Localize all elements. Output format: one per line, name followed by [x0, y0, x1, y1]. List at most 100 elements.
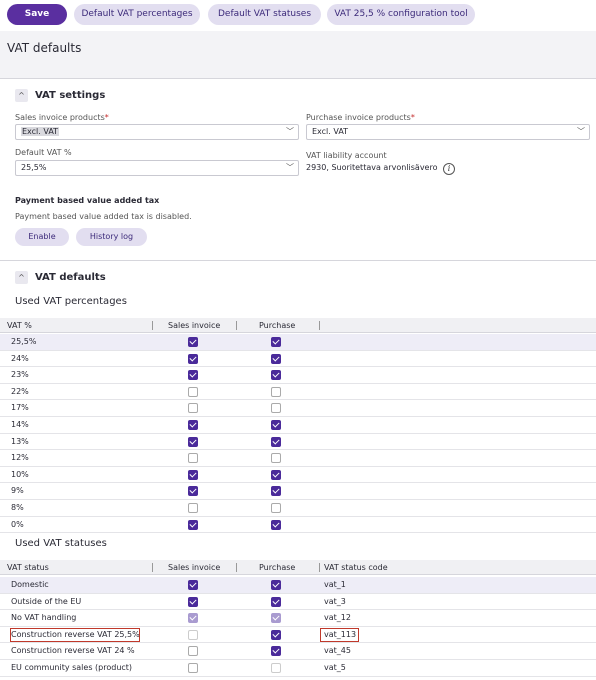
vat-percent-cell: 9%: [11, 486, 24, 496]
sales-checkbox[interactable]: [188, 453, 198, 464]
column-header-vat-percent[interactable]: VAT %: [7, 318, 32, 333]
sales-invoice-products-value: Excl. VAT: [21, 127, 60, 136]
vat-percent-cell: 24%: [11, 353, 29, 363]
purchase-checkbox[interactable]: [271, 580, 281, 590]
purchase-invoice-products-value: Excl. VAT: [312, 127, 349, 136]
default-vat-statuses-button[interactable]: Default VAT statuses: [208, 4, 321, 25]
table-row[interactable]: Domestic vat_1: [0, 577, 596, 594]
column-separator: [236, 563, 237, 572]
sales-invoice-products-select[interactable]: Excl. VAT ﹀: [15, 124, 299, 140]
sales-checkbox[interactable]: [188, 403, 198, 414]
purchase-checkbox[interactable]: [271, 596, 281, 607]
sales-checkbox[interactable]: [188, 337, 198, 347]
purchase-checkbox[interactable]: [271, 519, 281, 530]
purchase-checkbox[interactable]: [271, 386, 281, 397]
table-row[interactable]: 17%: [0, 400, 596, 417]
table-row[interactable]: 22%: [0, 384, 596, 401]
vat-percent-cell: 17%: [11, 403, 29, 413]
sales-checkbox[interactable]: [188, 519, 198, 530]
purchase-checkbox[interactable]: [271, 453, 281, 464]
column-header-vat-status[interactable]: VAT status: [7, 560, 49, 575]
purchase-checkbox[interactable]: [271, 403, 281, 414]
sales-checkbox[interactable]: [188, 629, 198, 640]
table-row[interactable]: Construction reverse VAT 24 % vat_45: [0, 643, 596, 660]
sales-checkbox[interactable]: [188, 436, 198, 447]
column-separator: [236, 321, 237, 330]
vat-settings-title: VAT settings: [35, 90, 106, 101]
collapse-vat-settings-icon[interactable]: ^: [15, 89, 28, 102]
vat-config-tool-button[interactable]: VAT 25,5 % configuration tool: [327, 4, 475, 25]
default-vat-select[interactable]: 25,5% ﹀: [15, 160, 299, 176]
purchase-checkbox[interactable]: [271, 663, 281, 673]
vat-percent-cell: 23%: [11, 370, 29, 380]
collapse-vat-defaults-icon[interactable]: ^: [15, 271, 28, 284]
save-button[interactable]: Save: [7, 4, 67, 25]
table-row[interactable]: EU community sales (product) vat_5: [0, 660, 596, 677]
column-separator: [152, 563, 153, 572]
table-row[interactable]: 8%: [0, 500, 596, 517]
table-row[interactable]: Outside of the EU vat_3: [0, 594, 596, 611]
purchase-checkbox[interactable]: [271, 646, 281, 657]
table-row[interactable]: 25,5%: [0, 334, 596, 351]
vat-status-cell: Construction reverse VAT 24 %: [11, 646, 135, 656]
purchase-invoice-products-select[interactable]: Excl. VAT ﹀: [306, 124, 590, 140]
sales-checkbox[interactable]: [188, 580, 198, 590]
purchase-checkbox[interactable]: [271, 469, 281, 480]
column-header-sales-invoice[interactable]: Sales invoice: [168, 560, 220, 575]
purchase-checkbox[interactable]: [271, 503, 281, 513]
vat-percent-cell: 0%: [11, 519, 24, 529]
column-header-purchase[interactable]: Purchase: [259, 560, 295, 575]
vat-status-code-cell: vat_12: [324, 613, 351, 623]
sales-checkbox[interactable]: [188, 353, 198, 364]
section-divider: [0, 260, 596, 261]
vat-percent-cell: 12%: [11, 453, 29, 463]
column-separator: [319, 321, 320, 330]
vat-percent-cell: 22%: [11, 386, 29, 396]
vat-percent-cell: 10%: [11, 469, 29, 479]
sales-checkbox[interactable]: [188, 486, 198, 497]
purchase-checkbox[interactable]: [271, 337, 281, 347]
vat-status-code-cell: vat_5: [324, 663, 346, 672]
sales-checkbox[interactable]: [188, 469, 198, 480]
column-header-sales-invoice[interactable]: Sales invoice: [168, 318, 220, 333]
vat-status-cell: Outside of the EU: [11, 596, 82, 606]
purchase-checkbox[interactable]: [271, 420, 281, 430]
column-header-vat-status-code[interactable]: VAT status code: [324, 560, 388, 575]
sales-checkbox[interactable]: [188, 646, 198, 657]
purchase-checkbox[interactable]: [271, 436, 281, 447]
sales-checkbox[interactable]: [188, 663, 198, 673]
purchase-checkbox[interactable]: [271, 613, 281, 624]
sales-checkbox[interactable]: [188, 370, 198, 381]
purchase-checkbox[interactable]: [271, 486, 281, 497]
info-icon[interactable]: i: [443, 163, 455, 175]
chevron-down-icon: ﹀: [577, 127, 585, 136]
column-header-purchase[interactable]: Purchase: [259, 318, 295, 333]
history-log-button[interactable]: History log: [76, 228, 147, 246]
used-vat-percentages-title: Used VAT percentages: [15, 296, 127, 307]
table-row[interactable]: 23%: [0, 367, 596, 384]
table-row[interactable]: 9%: [0, 483, 596, 500]
table-row[interactable]: 0%: [0, 517, 596, 534]
sales-invoice-products-label: Sales invoice products*: [15, 113, 109, 122]
vat-percentages-table-header: VAT % Sales invoice Purchase: [0, 318, 596, 333]
sales-checkbox[interactable]: [188, 596, 198, 607]
table-row[interactable]: 14%: [0, 417, 596, 434]
default-vat-percentages-button[interactable]: Default VAT percentages: [74, 4, 200, 25]
sales-checkbox[interactable]: [188, 420, 198, 430]
enable-button[interactable]: Enable: [15, 228, 69, 246]
table-row[interactable]: 24%: [0, 351, 596, 368]
table-row[interactable]: No VAT handling vat_12: [0, 610, 596, 627]
highlight-frame: [10, 628, 140, 642]
sales-checkbox[interactable]: [188, 386, 198, 397]
purchase-checkbox[interactable]: [271, 353, 281, 364]
purchase-checkbox[interactable]: [271, 370, 281, 381]
table-row[interactable]: 13%: [0, 434, 596, 451]
purchase-checkbox[interactable]: [271, 629, 281, 640]
table-row[interactable]: 10%: [0, 467, 596, 484]
vat-liability-account-value: 2930, Suoritettava arvonlisävero: [306, 163, 438, 172]
sales-checkbox[interactable]: [188, 613, 198, 624]
vat-status-cell: Domestic: [11, 580, 49, 589]
default-vat-value: 25,5%: [21, 163, 47, 172]
sales-checkbox[interactable]: [188, 503, 198, 513]
table-row[interactable]: 12%: [0, 450, 596, 467]
